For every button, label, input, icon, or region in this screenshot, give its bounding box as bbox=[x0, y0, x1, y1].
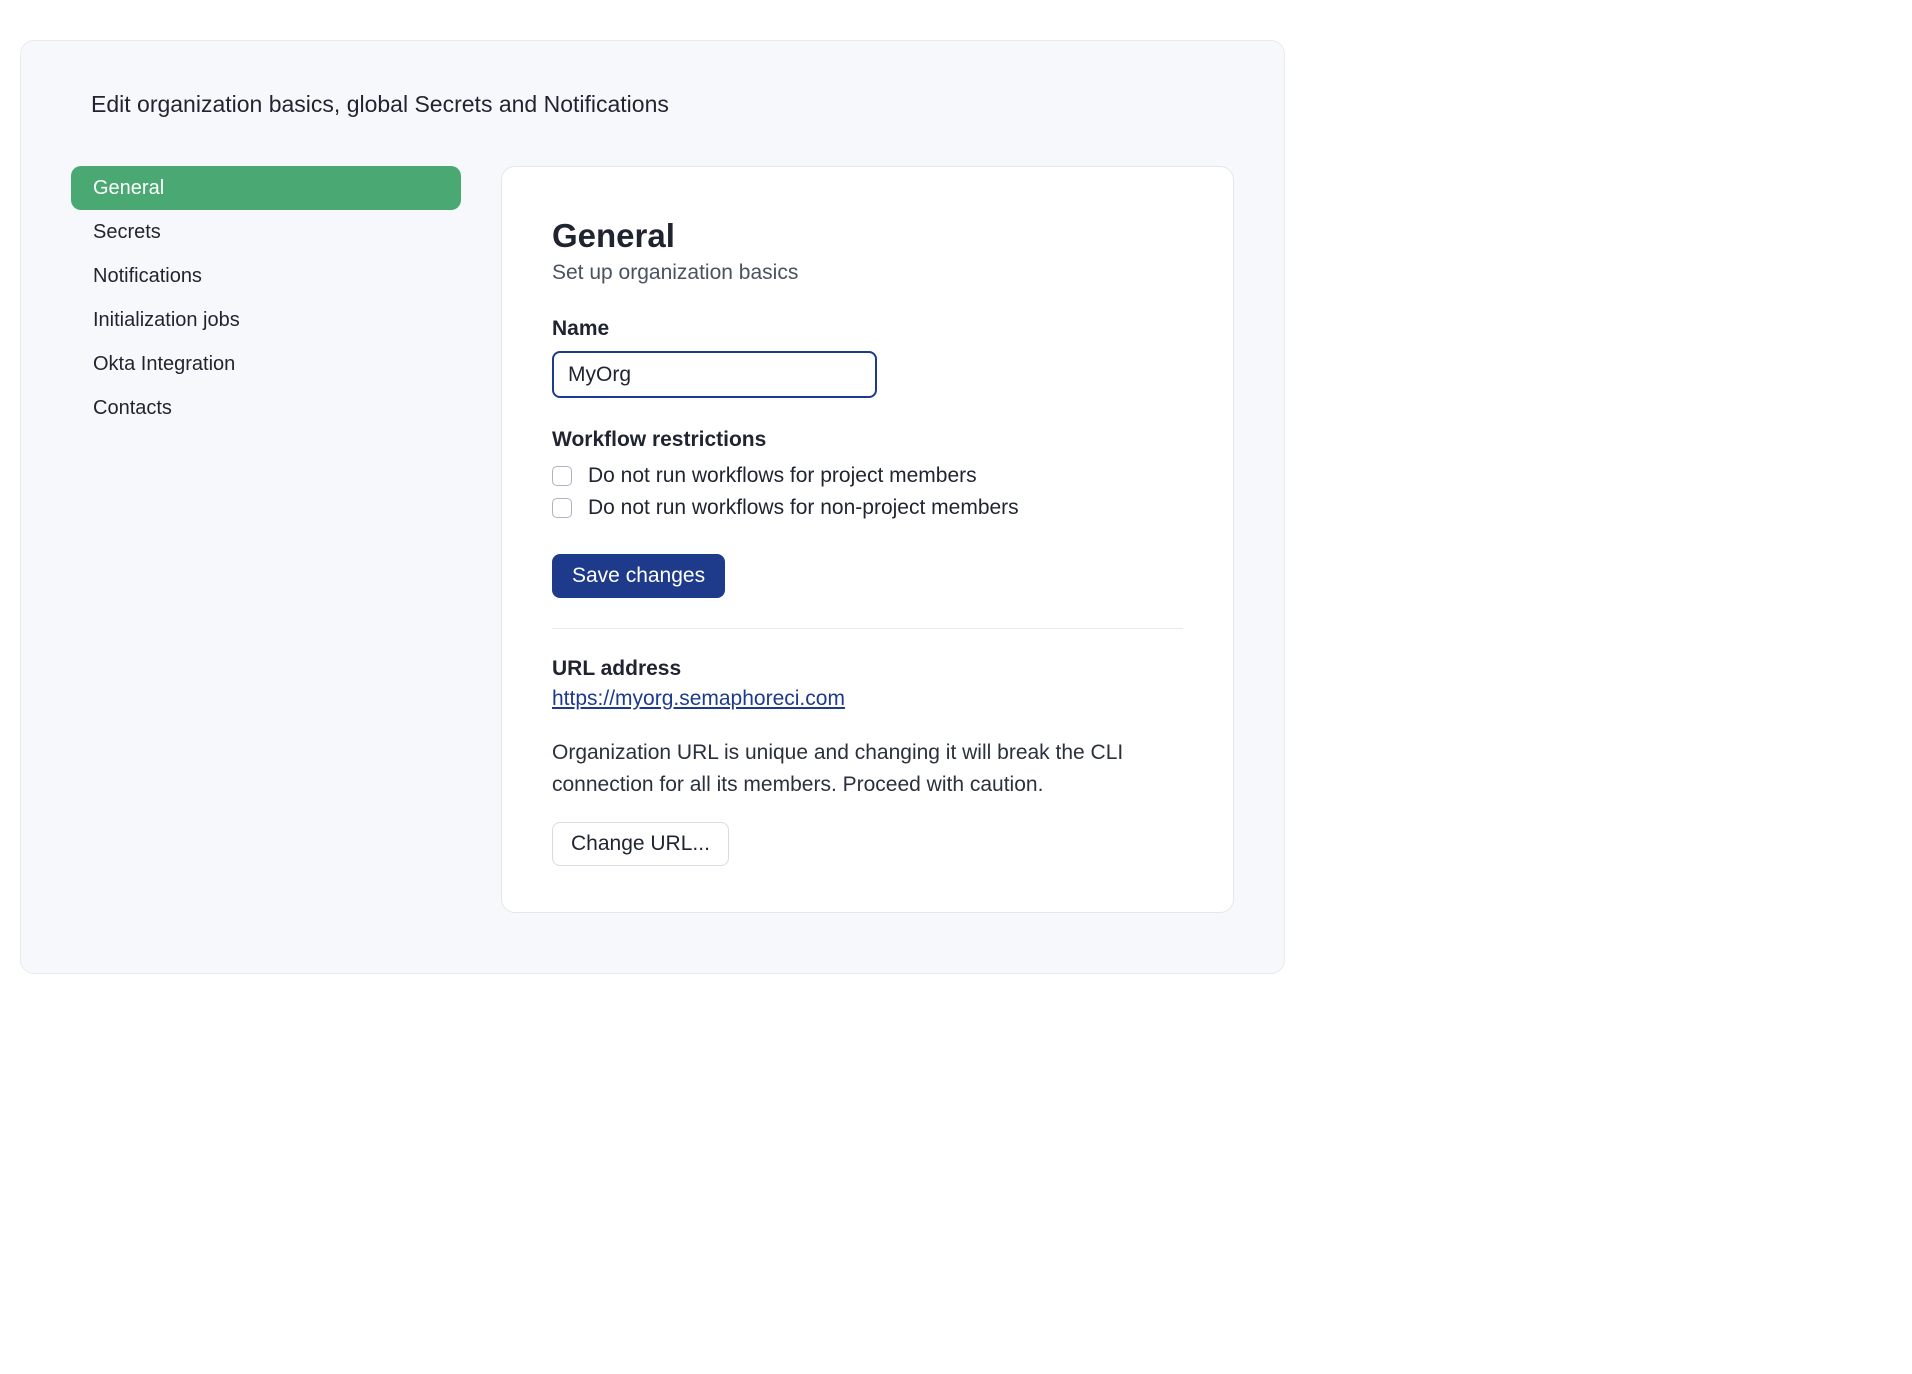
sidebar-item-label: General bbox=[93, 177, 164, 199]
general-subtitle: Set up organization basics bbox=[552, 261, 1183, 285]
settings-sidebar: General Secrets Notifications Initializa… bbox=[71, 166, 461, 430]
sidebar-item-notifications[interactable]: Notifications bbox=[71, 254, 461, 298]
url-change-warning: Organization URL is unique and changing … bbox=[552, 737, 1152, 800]
sidebar-item-label: Secrets bbox=[93, 221, 161, 243]
url-address-label: URL address bbox=[552, 657, 1183, 681]
restriction-row: Do not run workflows for project members bbox=[552, 464, 1183, 488]
general-heading: General bbox=[552, 217, 1183, 255]
name-label: Name bbox=[552, 317, 1183, 341]
sidebar-item-label: Notifications bbox=[93, 265, 202, 287]
divider bbox=[552, 628, 1183, 629]
sidebar-item-label: Contacts bbox=[93, 397, 172, 419]
sidebar-item-label: Initialization jobs bbox=[93, 309, 240, 331]
org-name-input[interactable] bbox=[552, 351, 877, 398]
sidebar-item-secrets[interactable]: Secrets bbox=[71, 210, 461, 254]
page-title: Edit organization basics, global Secrets… bbox=[71, 91, 1234, 118]
change-url-button[interactable]: Change URL... bbox=[552, 822, 729, 866]
sidebar-item-label: Okta Integration bbox=[93, 353, 235, 375]
sidebar-item-general[interactable]: General bbox=[71, 166, 461, 210]
sidebar-item-okta-integration[interactable]: Okta Integration bbox=[71, 342, 461, 386]
general-settings-card: General Set up organization basics Name … bbox=[501, 166, 1234, 913]
workflow-restrictions-label: Workflow restrictions bbox=[552, 428, 1183, 452]
restriction-checkbox-non-project-members[interactable] bbox=[552, 498, 572, 518]
org-url-link[interactable]: https://myorg.semaphoreci.com bbox=[552, 687, 845, 711]
restriction-label[interactable]: Do not run workflows for non-project mem… bbox=[588, 496, 1019, 520]
restriction-label[interactable]: Do not run workflows for project members bbox=[588, 464, 977, 488]
restriction-checkbox-project-members[interactable] bbox=[552, 466, 572, 486]
sidebar-item-initialization-jobs[interactable]: Initialization jobs bbox=[71, 298, 461, 342]
settings-panel: Edit organization basics, global Secrets… bbox=[20, 40, 1285, 974]
restriction-row: Do not run workflows for non-project mem… bbox=[552, 496, 1183, 520]
sidebar-item-contacts[interactable]: Contacts bbox=[71, 386, 461, 430]
save-changes-button[interactable]: Save changes bbox=[552, 554, 725, 598]
